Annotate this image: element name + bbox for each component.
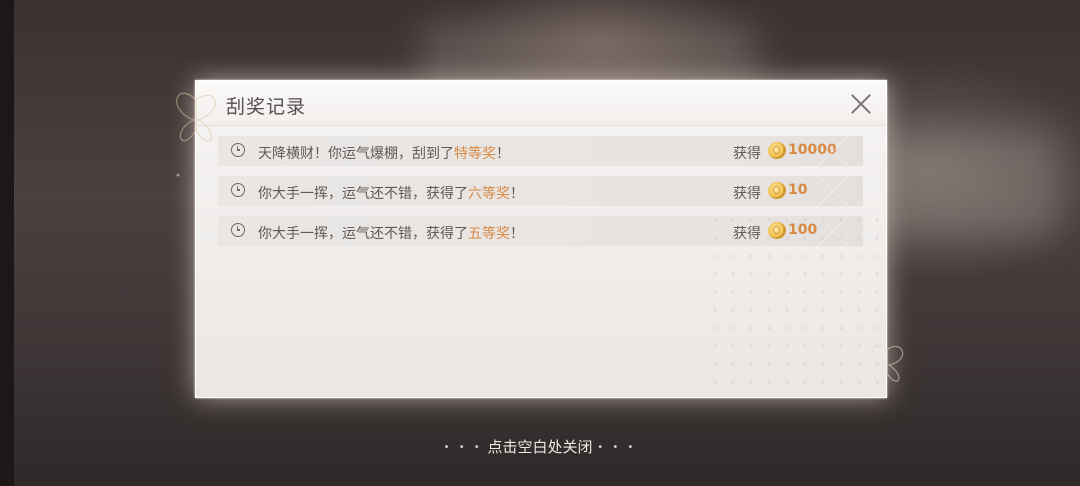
record-row: 你大手一挥，运气还不错，获得了六等奖！ 获得 10	[218, 176, 863, 206]
obtain-label: 获得	[733, 226, 761, 242]
dialog-header: 刮奖记录	[196, 81, 886, 126]
triangle-decoration	[803, 136, 863, 166]
record-text: 天降横财！你运气爆棚，刮到了特等奖！	[258, 143, 510, 163]
prize-name: 特等奖	[454, 146, 496, 162]
record-prefix: 天降横财！你运气爆棚，刮到了	[258, 146, 454, 162]
scratch-record-dialog: 刮奖记录 天降横财！你运气爆棚，刮到了特等奖！ 获得 10000 你大手一挥，运…	[195, 80, 887, 398]
clock-icon	[231, 183, 245, 197]
reward-amount: 100	[788, 222, 818, 238]
close-hint-text: 点击空白处关闭	[487, 438, 593, 456]
dialog-title: 刮奖记录	[226, 96, 307, 118]
record-suffix: ！	[510, 226, 524, 242]
obtain-label: 获得	[733, 186, 761, 202]
prize-name: 五等奖	[468, 226, 510, 242]
record-row: 天降横财！你运气爆棚，刮到了特等奖！ 获得 10000	[218, 136, 863, 166]
close-icon[interactable]	[848, 91, 874, 117]
record-suffix: ！	[510, 186, 524, 202]
dots-decoration: • • •	[597, 442, 637, 453]
screen-edge	[0, 0, 14, 486]
record-prefix: 你大手一挥，运气还不错，获得了	[258, 186, 468, 202]
obtain-label: 获得	[733, 146, 761, 162]
record-text: 你大手一挥，运气还不错，获得了五等奖！	[258, 223, 524, 243]
background-blur	[880, 130, 1060, 240]
coin-icon	[766, 139, 788, 162]
record-suffix: ！	[496, 146, 510, 162]
record-row: 你大手一挥，运气还不错，获得了五等奖！ 获得 100	[218, 216, 863, 246]
record-prefix: 你大手一挥，运气还不错，获得了	[258, 226, 468, 242]
clock-icon	[231, 143, 245, 157]
triangle-decoration	[803, 216, 863, 246]
butterfly-decoration-icon	[870, 344, 904, 382]
coin-icon	[766, 179, 788, 202]
coin-icon	[766, 219, 788, 242]
record-list: 天降横财！你运气爆棚，刮到了特等奖！ 获得 10000 你大手一挥，运气还不错，…	[218, 136, 863, 256]
record-text: 你大手一挥，运气还不错，获得了六等奖！	[258, 183, 524, 203]
prize-name: 六等奖	[468, 186, 510, 202]
clock-icon	[231, 223, 245, 237]
triangle-decoration	[803, 176, 863, 206]
butterfly-decoration-icon	[176, 92, 216, 177]
dots-decoration: • • •	[443, 442, 483, 453]
close-hint[interactable]: • • • 点击空白处关闭 • • •	[0, 436, 1080, 457]
